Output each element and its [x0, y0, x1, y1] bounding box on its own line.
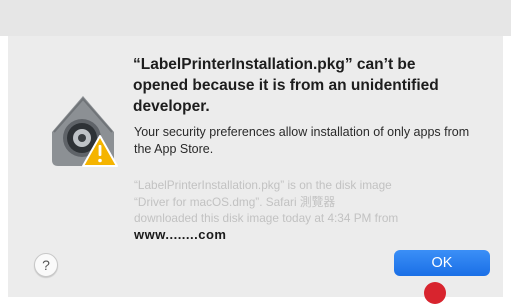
- dialog-message: Your security preferences allow installa…: [134, 125, 470, 156]
- ok-button[interactable]: OK: [394, 250, 490, 276]
- help-button[interactable]: ?: [34, 253, 58, 277]
- dialog-title: “LabelPrinterInstallation.pkg” can’t be …: [133, 56, 439, 115]
- info-line: “LabelPrinterInstallation.pkg” is on the…: [134, 178, 392, 192]
- red-notification-badge: [424, 282, 446, 304]
- security-alert-dialog: “LabelPrinterInstallation.pkg” can’t be …: [8, 36, 503, 297]
- info-line: “Driver for macOS.dmg”. Safari 測覽器: [134, 194, 336, 209]
- download-source-site: www........com: [134, 227, 227, 242]
- dialog-info-text: “LabelPrinterInstallation.pkg” is on the…: [134, 177, 479, 227]
- gatekeeper-lock-warning-icon: [44, 88, 122, 170]
- info-line: downloaded this disk image today at 4:34…: [134, 211, 399, 225]
- background-strip: [0, 0, 511, 36]
